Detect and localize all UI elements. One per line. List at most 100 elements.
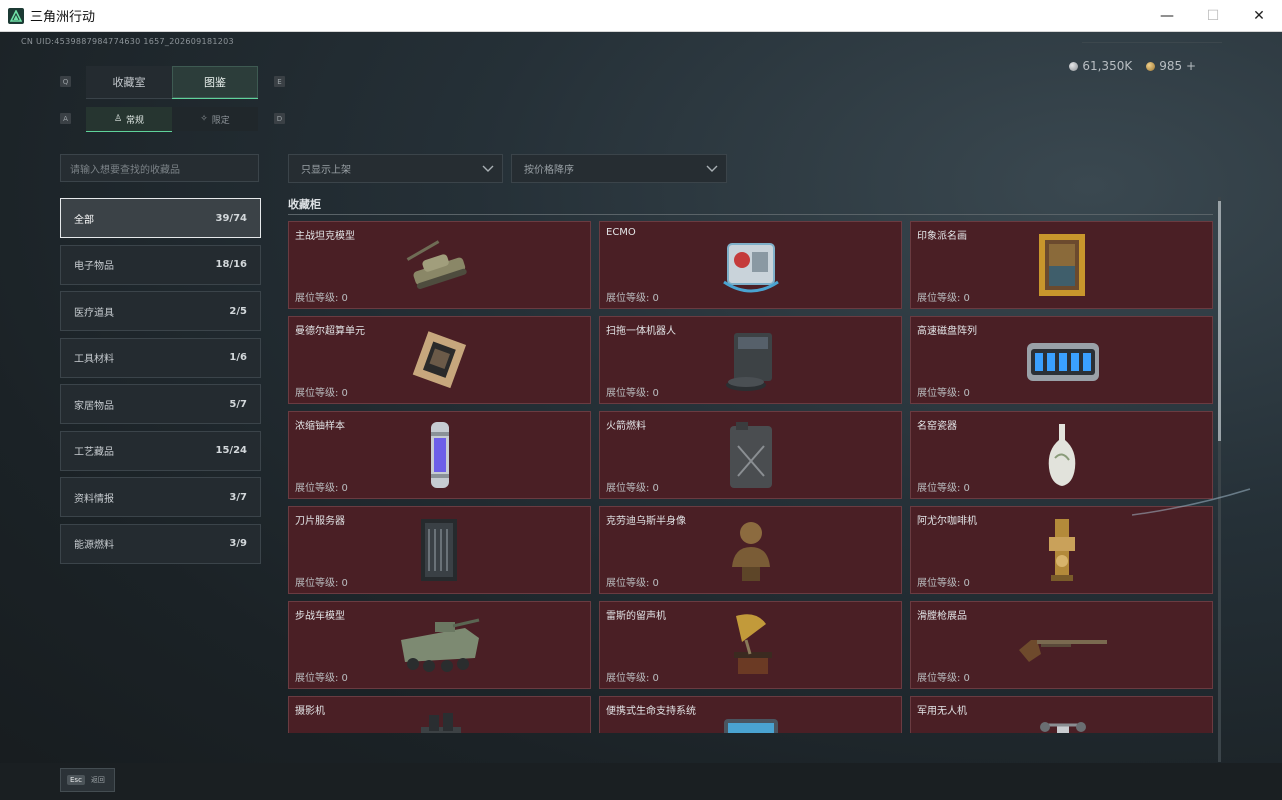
maximize-button[interactable]: ☐ xyxy=(1190,0,1236,31)
light-streak-decoration xyxy=(1132,488,1251,516)
subtab-regular[interactable]: ♙ 常规 xyxy=(86,107,172,132)
category-intel[interactable]: 资料情报 3/7 xyxy=(60,477,261,517)
key-hint-a: A xyxy=(60,113,71,124)
fuel-can-icon xyxy=(706,420,796,492)
item-name: 印象派名画 xyxy=(917,231,967,242)
chevron-down-icon xyxy=(482,165,494,172)
item-display-level: 展位等级: 0 xyxy=(295,673,348,684)
app-logo-icon xyxy=(8,7,24,24)
collection-item-card[interactable]: 曼德尔超算单元 展位等级: 0 xyxy=(288,316,591,404)
collection-item-card[interactable]: 扫拖一体机器人 展位等级: 0 xyxy=(599,316,902,404)
item-display-level: 展位等级: 0 xyxy=(606,388,659,399)
item-display-level: 展位等级: 0 xyxy=(606,483,659,494)
collection-item-card[interactable]: 主战坦克模型 展位等级: 0 xyxy=(288,221,591,309)
silver-coin-icon xyxy=(1069,62,1079,71)
coffee-machine-icon xyxy=(1017,515,1107,587)
search-input[interactable]: 请输入想要查找的收藏品 xyxy=(60,154,259,182)
collection-item-card[interactable]: 印象派名画展位等级: 0 xyxy=(910,221,1213,309)
window-titlebar: 三角洲行动 — ☐ ✕ xyxy=(0,0,1282,32)
currency-bar: 61,350K 985 + xyxy=(1069,59,1196,73)
category-label: 能源燃料 xyxy=(74,540,114,551)
key-hint-q: Q xyxy=(60,76,71,87)
category-all[interactable]: 全部 39/74 xyxy=(60,198,261,238)
collection-item-card[interactable]: 便携式生命支持系统展位等级: 0 xyxy=(599,696,902,733)
close-button[interactable]: ✕ xyxy=(1236,0,1282,31)
collection-item-card[interactable]: 克劳迪乌斯半身像 展位等级: 0 xyxy=(599,506,902,594)
collection-item-card[interactable]: ECMO 展位等级: 0 xyxy=(599,221,902,309)
collection-item-card[interactable]: 火箭燃料展位等级: 0 xyxy=(599,411,902,499)
tab-codex[interactable]: 图鉴 xyxy=(172,66,258,99)
category-count: 3/7 xyxy=(229,491,247,503)
chip-icon xyxy=(395,325,485,397)
main-tabs: 收藏室 图鉴 xyxy=(86,66,259,99)
category-crafts[interactable]: 工艺藏品 15/24 xyxy=(60,430,261,471)
item-name: 克劳迪乌斯半身像 xyxy=(606,516,686,527)
sort-value: 按价格降序 xyxy=(524,165,574,176)
collection-item-card[interactable]: 阿尤尔咖啡机 展位等级: 0 xyxy=(910,506,1213,594)
vase-icon xyxy=(1017,420,1107,492)
collection-item-card[interactable]: 名窑瓷器 展位等级: 0 xyxy=(910,411,1213,499)
display-filter-dropdown[interactable]: 只显示上架 xyxy=(288,154,503,183)
category-energy[interactable]: 能源燃料 3/9 xyxy=(60,523,261,564)
collection-item-card[interactable]: 刀片服务器 展位等级: 0 xyxy=(288,506,591,594)
capsule-icon xyxy=(395,420,485,492)
category-tools[interactable]: 工具材料 1/6 xyxy=(60,337,261,378)
collection-item-card[interactable]: 军用无人机展位等级: 0 xyxy=(910,696,1213,733)
collection-item-card[interactable]: 高速磁盘阵列 展位等级: 0 xyxy=(910,316,1213,404)
sub-tabs: ♙ 常规 ✧ 限定 xyxy=(86,107,259,132)
window-title: 三角洲行动 xyxy=(30,10,96,25)
scrollbar[interactable] xyxy=(1218,197,1221,762)
gold-currency: 985 + xyxy=(1146,59,1196,73)
category-label: 医疗道具 xyxy=(74,307,114,319)
drone-icon xyxy=(1017,705,1107,733)
item-name: 火箭燃料 xyxy=(606,421,646,432)
disk-array-icon xyxy=(1017,325,1107,397)
bust-icon xyxy=(706,515,796,587)
collection-item-card[interactable]: 步战车模型展位等级: 0 xyxy=(288,601,591,689)
ifv-icon xyxy=(395,610,485,682)
gold-amount: 985 xyxy=(1159,59,1183,73)
scrollbar-thumb[interactable] xyxy=(1218,201,1221,441)
tab-collection-room[interactable]: 收藏室 xyxy=(86,66,172,99)
category-electronics[interactable]: 电子物品 18/16 xyxy=(60,244,261,285)
back-label: 返回 xyxy=(90,776,105,784)
item-name: 步战车模型 xyxy=(295,611,345,622)
category-count: 18/16 xyxy=(215,259,247,270)
silver-currency: 61,350K xyxy=(1069,59,1132,73)
item-name: 摄影机 xyxy=(295,706,325,717)
minimize-button[interactable]: — xyxy=(1144,0,1190,31)
sort-dropdown[interactable]: 按价格降序 xyxy=(511,154,727,183)
category-count: 2/5 xyxy=(229,305,247,317)
gold-coin-icon xyxy=(1146,62,1156,71)
player-uid: CN UID:4539887984774630 1657_20260918120… xyxy=(21,37,234,46)
key-hint-e: E xyxy=(274,76,285,87)
category-household[interactable]: 家居物品 5/7 xyxy=(60,384,261,424)
item-display-level: 展位等级: 0 xyxy=(917,578,970,589)
footer-bar xyxy=(0,763,1282,800)
category-count: 5/7 xyxy=(229,398,247,410)
add-currency-button[interactable]: + xyxy=(1186,59,1196,73)
item-name: 军用无人机 xyxy=(917,706,967,717)
robot-vacuum-icon xyxy=(706,325,796,397)
item-name: 刀片服务器 xyxy=(295,516,345,527)
esc-key-icon: Esc xyxy=(67,775,85,785)
item-display-level: 展位等级: 0 xyxy=(606,673,659,684)
server-icon xyxy=(395,515,485,587)
item-name: 阿尤尔咖啡机 xyxy=(917,516,977,527)
camera-icon xyxy=(395,705,485,733)
category-label: 电子物品 xyxy=(74,261,114,272)
subtab-limited[interactable]: ✧ 限定 xyxy=(172,107,258,131)
item-display-level: 展位等级: 0 xyxy=(606,578,659,589)
back-button[interactable]: Esc 返回 xyxy=(60,768,115,792)
item-name: 主战坦克模型 xyxy=(295,231,355,242)
item-name: 曼德尔超算单元 xyxy=(295,326,365,337)
silver-amount: 61,350K xyxy=(1082,59,1133,73)
collection-item-card[interactable]: 浓缩铀样本 展位等级: 0 xyxy=(288,411,591,499)
collection-item-card[interactable]: 滑膛枪展品 展位等级: 0 xyxy=(910,601,1213,689)
collection-item-card[interactable]: 雷斯的留声机 展位等级: 0 xyxy=(599,601,902,689)
category-list: 全部 39/74 电子物品 18/16 医疗道具 2/5 工具材料 1/6 家居物品 5/… xyxy=(60,198,261,570)
collection-item-card[interactable]: 摄影机展位等级: 0 xyxy=(288,696,591,733)
pawn-icon: ♙ xyxy=(113,114,123,124)
category-medical[interactable]: 医疗道具 2/5 xyxy=(60,291,261,331)
item-display-level: 展位等级: 0 xyxy=(917,293,970,304)
